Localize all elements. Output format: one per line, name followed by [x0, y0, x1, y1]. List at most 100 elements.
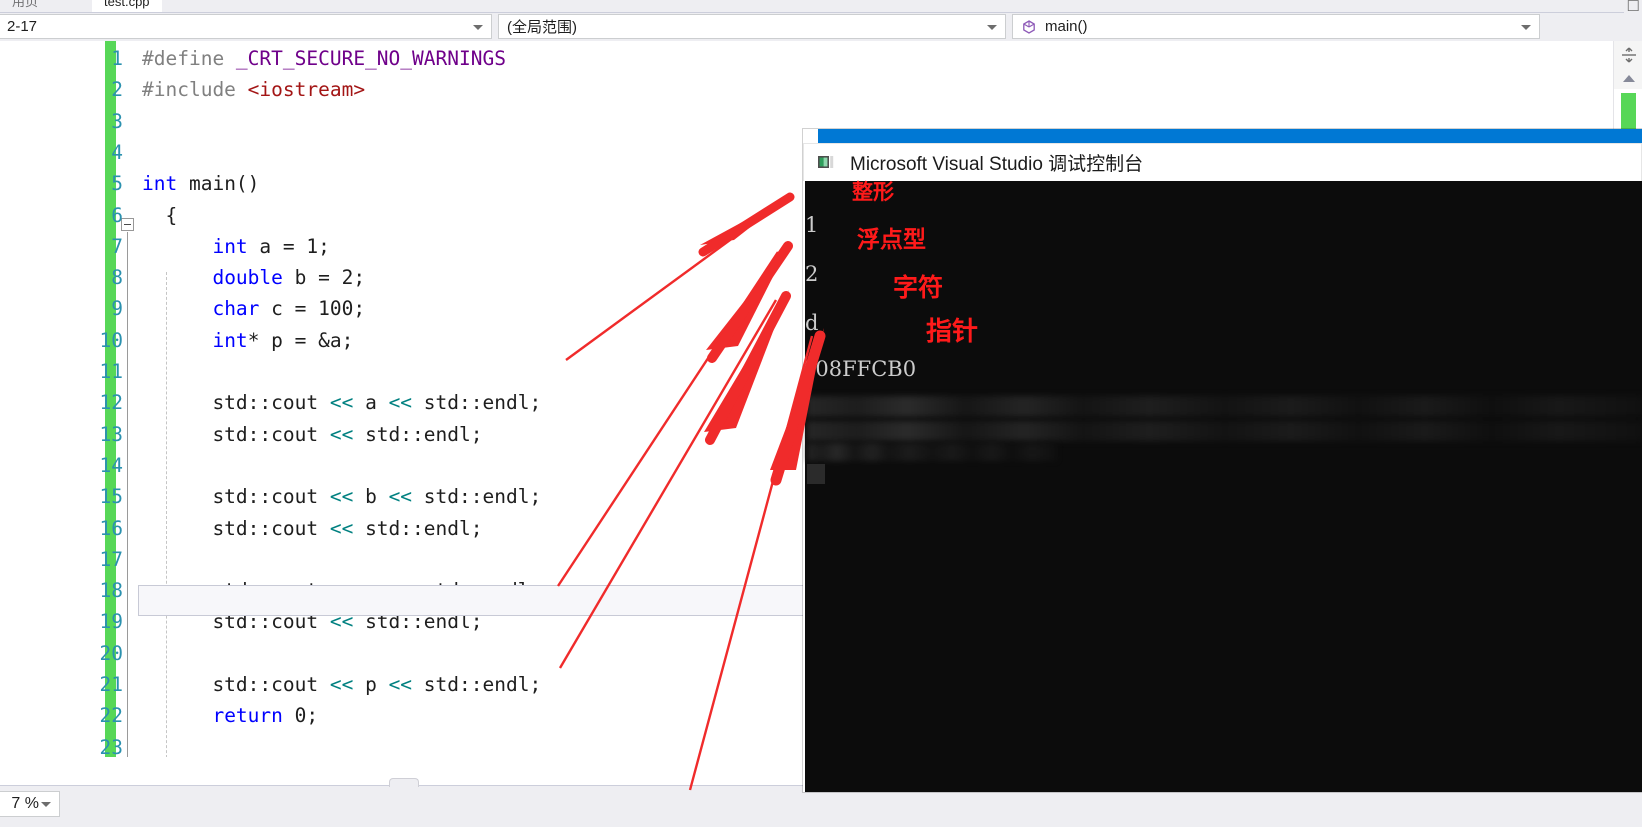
navigation-bar: 2-17 (全局范围) main() [0, 13, 1642, 41]
line-number: 6 [111, 203, 123, 227]
line-number: 1 [111, 47, 123, 70]
code-token: std::cout [142, 422, 330, 446]
code-token: std::endl; [412, 579, 542, 603]
line-number: 22 [99, 704, 123, 728]
code-token: #include [142, 78, 248, 102]
code-token: std::cout [142, 391, 330, 415]
scope-selector-value: (全局范围) [507, 19, 577, 36]
code-token: #define [142, 47, 236, 70]
code-token: << [329, 579, 354, 603]
code-token: return [212, 704, 283, 728]
code-line[interactable]: 2 #include <iostream> [111, 74, 1642, 105]
code-token: c = 100; [259, 297, 366, 321]
code-token: << [329, 516, 354, 540]
code-token: int [212, 328, 248, 352]
code-token: << [329, 391, 354, 415]
code-token: std::cout [142, 610, 330, 634]
split-view-icon[interactable] [1614, 41, 1642, 68]
function-selector-dropdown[interactable]: main() [1012, 14, 1540, 39]
code-token: std::endl; [353, 610, 483, 634]
console-title-text: Microsoft Visual Studio 调试控制台 [850, 154, 1144, 175]
code-token: std::endl; [353, 422, 483, 446]
code-line-text: #define _CRT_SECURE_NO_WARNINGS [138, 43, 1642, 74]
line-number: 12 [99, 391, 123, 415]
chevron-down-icon[interactable] [473, 24, 483, 30]
zoom-level-dropdown[interactable]: 7 % [0, 791, 60, 817]
line-number: 14 [99, 453, 123, 477]
line-number: 19 [99, 610, 123, 634]
method-cube-icon [1021, 19, 1037, 35]
line-number: 11 [99, 360, 123, 383]
code-token: b [353, 485, 389, 509]
code-token: <iostream> [247, 78, 366, 102]
redacted-output-row [807, 443, 1057, 461]
code-token: std::endl; [412, 673, 542, 696]
document-tab-strip: 用页 test.cpp [0, 0, 1642, 13]
console-output-area[interactable]: 1 2 d 008FFCB0 [803, 181, 1642, 792]
console-output-line: 1 [805, 213, 819, 237]
line-number: 9 [111, 297, 123, 321]
chevron-down-icon[interactable] [41, 802, 51, 807]
debug-console-window[interactable]: Microsoft Visual Studio 调试控制台 1 2 d 008F… [803, 129, 1642, 792]
chevron-down-icon[interactable] [987, 24, 997, 30]
code-token: std::endl; [412, 485, 542, 509]
line-number: 20 [99, 641, 123, 665]
document-tab-start[interactable]: 用页 [0, 0, 51, 12]
line-number: 10 [99, 328, 123, 352]
file-selector-dropdown[interactable]: 2-17 [0, 14, 492, 39]
code-token: _CRT_SECURE_NO_WARNINGS [235, 47, 506, 70]
line-number: 16 [99, 516, 123, 540]
scroll-up-button[interactable] [1614, 68, 1642, 89]
redacted-output-row [807, 396, 1642, 417]
code-token: int [142, 172, 178, 196]
line-number: 4 [111, 140, 123, 164]
line-number: 15 [99, 485, 123, 509]
code-token: 0; [282, 704, 319, 728]
console-output-line: 2 [805, 262, 819, 286]
scope-selector-dropdown[interactable]: (全局范围) [498, 14, 1006, 39]
code-token: std::cout [142, 516, 330, 540]
function-selector-value: main() [1045, 18, 1088, 35]
visual-studio-window: 用页 test.cpp ☐ 2-17 (全局范围) main() 1 #defi… [0, 0, 1642, 827]
code-token: double [212, 266, 283, 290]
horizontal-splitter-grip[interactable] [389, 778, 419, 787]
line-number: 17 [99, 547, 123, 571]
zoom-level-value: 7 % [11, 795, 39, 812]
console-cursor-block [807, 464, 825, 484]
redacted-output-row [807, 421, 1642, 441]
code-token: << [388, 391, 413, 415]
code-token: char [212, 297, 260, 321]
chevron-down-icon[interactable] [1521, 24, 1531, 30]
code-token: * p = &a; [247, 328, 354, 352]
code-token: a = 1; [247, 234, 330, 258]
code-token: c [353, 579, 389, 603]
code-token: { [142, 203, 178, 227]
code-token: std::cout [142, 579, 330, 603]
console-title-bar[interactable]: Microsoft Visual Studio 调试控制台 [803, 143, 1642, 181]
code-line-text: #include <iostream> [138, 74, 1642, 105]
code-token: a [353, 391, 389, 415]
scroll-up-icon [1622, 75, 1635, 82]
code-token: b = 2; [282, 266, 366, 290]
code-token: p [353, 673, 389, 696]
code-token: std::endl; [353, 516, 483, 540]
code-token: std::cout [142, 485, 330, 509]
console-output-line: d [805, 311, 819, 335]
code-token: << [388, 579, 413, 603]
code-token: << [329, 485, 354, 509]
code-token: std::cout [142, 673, 330, 696]
code-token: main() [177, 172, 260, 196]
line-number: 3 [111, 109, 123, 133]
document-tab-source[interactable]: test.cpp [92, 0, 162, 12]
window-right-edge: ☐ [1624, 0, 1642, 15]
code-token: << [329, 673, 354, 696]
line-number: 7 [111, 234, 123, 258]
code-token: << [329, 422, 354, 446]
code-line[interactable]: 1 #define _CRT_SECURE_NO_WARNINGS [111, 43, 1642, 74]
line-number: 2 [111, 78, 123, 102]
code-token: << [329, 610, 354, 634]
